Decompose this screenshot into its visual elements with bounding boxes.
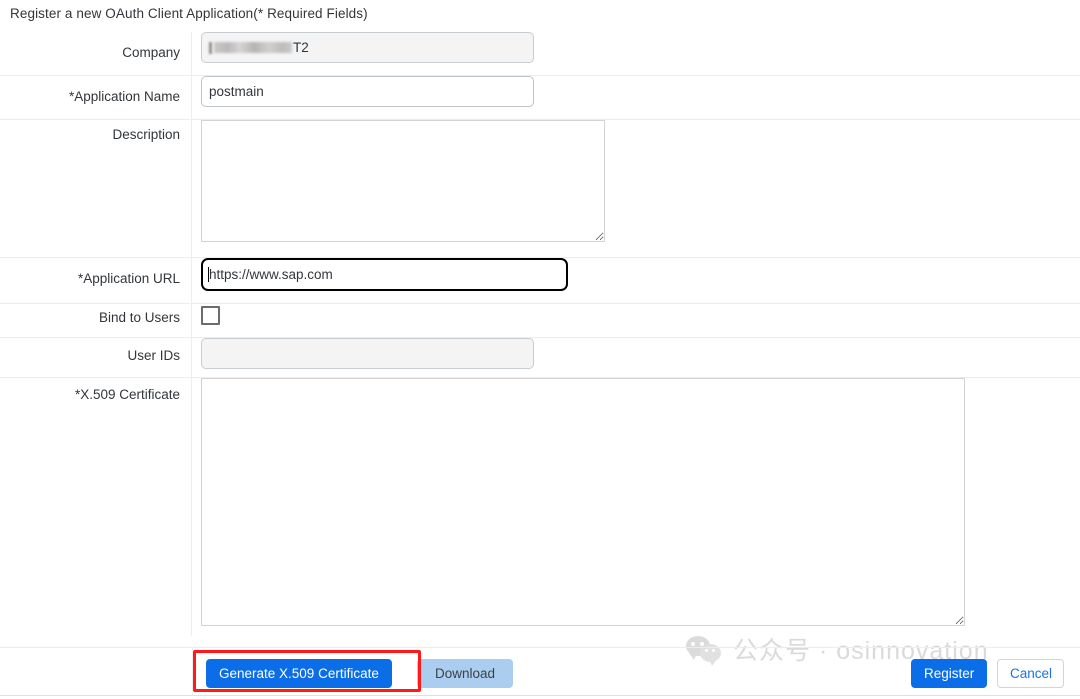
- application-name-input[interactable]: [201, 76, 534, 107]
- field-description: [192, 120, 1080, 242]
- form-row-application-name: *Application Name: [0, 76, 1080, 120]
- redaction-lead-mark: [209, 41, 212, 54]
- application-url-input[interactable]: https://www.sap.com: [201, 258, 568, 291]
- form-row-application-url: *Application URL https://www.sap.com: [0, 258, 1080, 304]
- label-x509-certificate: *X.509 Certificate: [0, 378, 192, 636]
- company-value-suffix: T2: [293, 40, 309, 55]
- label-user-ids: User IDs: [0, 338, 192, 377]
- label-application-name: *Application Name: [0, 76, 192, 119]
- form-row-description: Description: [0, 120, 1080, 258]
- field-bind-to-users: [192, 304, 1080, 325]
- wechat-dot: [691, 642, 695, 646]
- wechat-dot: [700, 642, 704, 646]
- form-footer-bar: Generate X.509 Certificate Download Regi…: [0, 647, 1080, 696]
- form-row-x509-certificate: *X.509 Certificate: [0, 378, 1080, 636]
- label-description: Description: [0, 120, 192, 257]
- company-redacted-value: T2: [209, 33, 309, 62]
- description-textarea[interactable]: [201, 120, 605, 242]
- form-row-company: Company T2: [0, 32, 1080, 76]
- field-application-name: [192, 76, 1080, 107]
- form-row-user-ids: User IDs: [0, 338, 1080, 378]
- label-application-url: *Application URL: [0, 258, 192, 303]
- label-company: Company: [0, 32, 192, 75]
- label-bind-to-users: Bind to Users: [0, 304, 192, 337]
- download-button[interactable]: Download: [417, 659, 513, 688]
- oauth-registration-form: Company T2 *Application Name Description…: [0, 32, 1080, 636]
- generate-x509-certificate-button[interactable]: Generate X.509 Certificate: [206, 659, 392, 688]
- bind-to-users-checkbox[interactable]: [201, 306, 220, 325]
- redaction-blur-bar: [214, 42, 292, 53]
- field-application-url: https://www.sap.com: [192, 258, 1080, 291]
- cancel-button[interactable]: Cancel: [997, 659, 1064, 688]
- x509-certificate-textarea[interactable]: [201, 378, 965, 626]
- register-button[interactable]: Register: [911, 659, 987, 688]
- user-ids-input[interactable]: [201, 338, 534, 369]
- form-row-bind-to-users: Bind to Users: [0, 304, 1080, 338]
- field-x509-certificate: [192, 378, 1080, 626]
- footer-inner: Generate X.509 Certificate Download Regi…: [192, 648, 1080, 695]
- field-user-ids: [192, 338, 1080, 369]
- field-company: T2: [192, 32, 1080, 63]
- page-title: Register a new OAuth Client Application(…: [10, 6, 368, 21]
- company-input[interactable]: T2: [201, 32, 534, 63]
- application-url-value: https://www.sap.com: [209, 267, 333, 282]
